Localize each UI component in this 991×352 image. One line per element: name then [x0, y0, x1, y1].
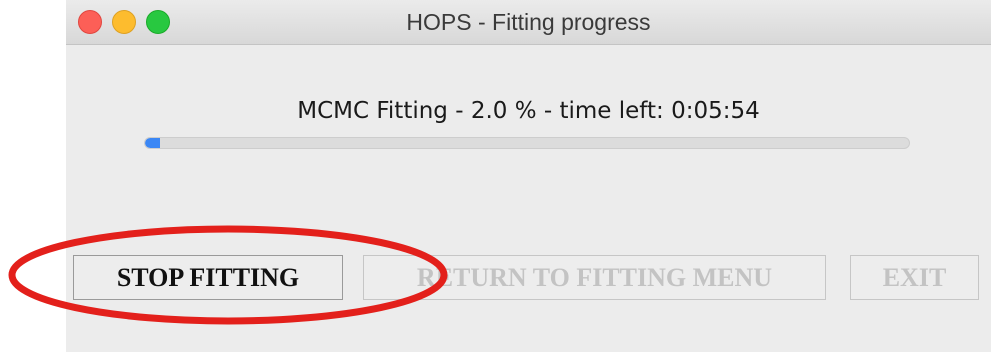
app-window: HOPS - Fitting progress MCMC Fitting - 2…	[66, 0, 991, 352]
return-to-fitting-menu-button[interactable]: RETURN TO FITTING MENU	[363, 255, 826, 300]
title-bar: HOPS - Fitting progress	[66, 0, 991, 45]
progress-bar	[144, 137, 910, 149]
exit-button[interactable]: EXIT	[850, 255, 979, 300]
stop-fitting-button[interactable]: STOP FITTING	[73, 255, 343, 300]
progress-bar-fill	[145, 138, 161, 148]
window-title: HOPS - Fitting progress	[406, 9, 651, 35]
progress-status-text: MCMC Fitting - 2.0 % - time left: 0:05:5…	[297, 98, 760, 124]
